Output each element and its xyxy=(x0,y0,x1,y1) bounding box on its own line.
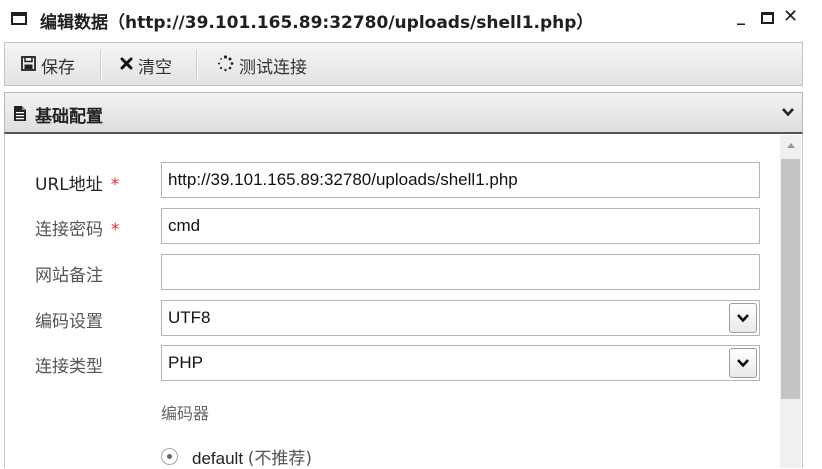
encoding-value: UTF8 xyxy=(168,308,211,327)
encoding-label: 编码设置 xyxy=(35,312,103,332)
conn-type-select[interactable]: PHP xyxy=(161,345,760,381)
spinner-icon xyxy=(217,54,234,76)
encoder-heading: 编码器 xyxy=(161,404,210,423)
radio-button[interactable] xyxy=(161,448,178,465)
panel-title: 基础配置 xyxy=(35,107,103,127)
save-button[interactable]: 保存 xyxy=(21,53,75,78)
chevron-down-icon[interactable] xyxy=(729,348,757,378)
window-icon xyxy=(11,12,27,25)
window-titlebar[interactable]: 编辑数据（http://39.101.165.89:32780/uploads/… xyxy=(0,0,822,38)
test-connection-button[interactable]: 测试连接 xyxy=(217,53,307,78)
note-label: 网站备注 xyxy=(35,266,103,286)
url-input[interactable] xyxy=(161,162,760,198)
close-button[interactable]: ✕ xyxy=(783,6,798,27)
required-mark: * xyxy=(110,175,120,195)
x-icon xyxy=(120,56,133,74)
password-input[interactable] xyxy=(161,208,760,244)
floppy-disk-icon xyxy=(21,55,36,75)
scroll-up-arrow-icon[interactable] xyxy=(780,141,801,155)
clear-button[interactable]: 清空 xyxy=(120,53,172,78)
clear-button-label: 清空 xyxy=(138,57,172,78)
conn-type-label: 连接类型 xyxy=(35,357,103,377)
chevron-down-icon[interactable] xyxy=(781,104,795,123)
window-title: 编辑数据（http://39.101.165.89:32780/uploads/… xyxy=(40,13,594,33)
maximize-button[interactable] xyxy=(761,12,774,24)
encoder-option-label: default (不推荐) xyxy=(192,449,313,469)
required-mark: * xyxy=(111,220,120,240)
password-label: 连接密码 * xyxy=(35,220,120,240)
test-connection-label: 测试连接 xyxy=(239,57,307,78)
toolbar-divider xyxy=(100,50,102,80)
save-button-label: 保存 xyxy=(41,57,75,78)
toolbar: 保存 清空 测试连接 xyxy=(4,42,803,86)
toolbar-divider xyxy=(196,50,198,80)
scrollbar[interactable] xyxy=(780,135,801,468)
basic-config-header[interactable]: 基础配置 xyxy=(4,92,803,134)
encoding-select[interactable]: UTF8 xyxy=(161,300,760,336)
scrollbar-thumb[interactable] xyxy=(781,159,800,399)
conn-type-value: PHP xyxy=(168,353,203,372)
document-icon xyxy=(13,105,27,126)
note-input[interactable] xyxy=(161,254,760,290)
url-label: URL地址 * xyxy=(35,175,120,195)
chevron-down-icon[interactable] xyxy=(729,303,757,333)
minimize-button[interactable]: _ xyxy=(737,6,745,25)
encoder-option-default[interactable]: default (不推荐) xyxy=(161,444,312,469)
